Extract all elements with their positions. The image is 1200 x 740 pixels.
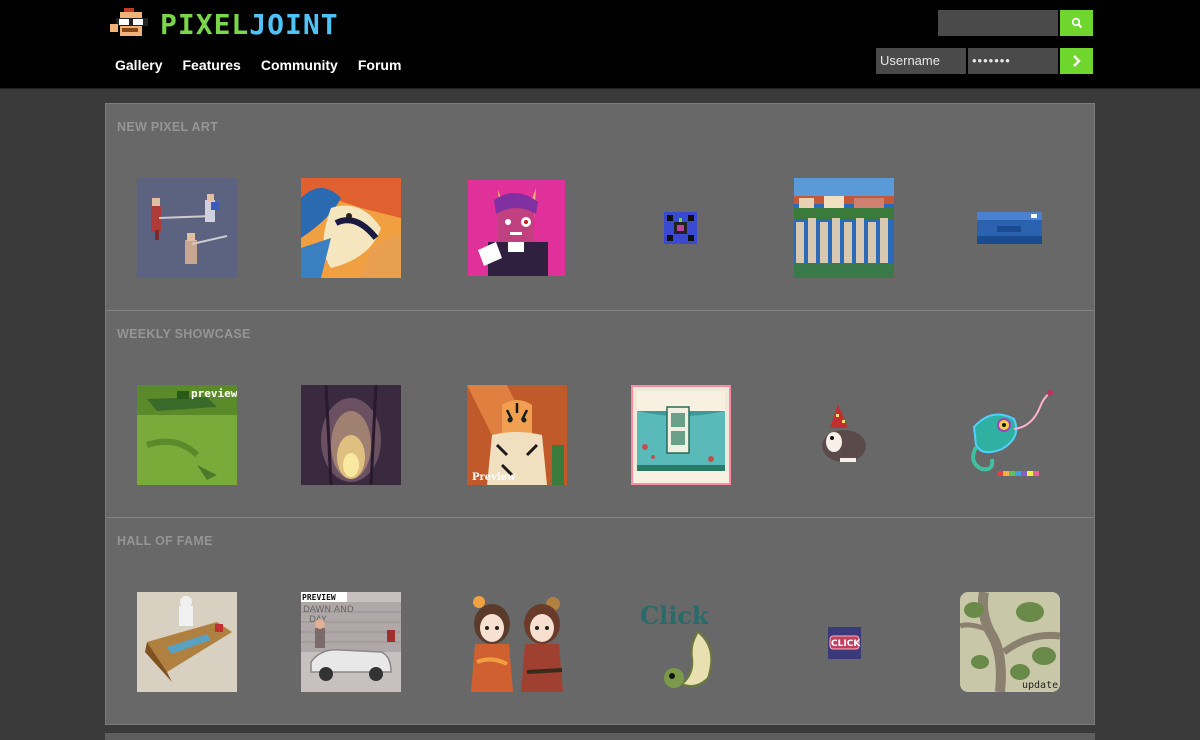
new-pixel-art-section: NEW PIXEL ART [106,104,1094,311]
artwork-thumbnail[interactable] [818,400,873,468]
login-button[interactable] [1060,48,1093,74]
hall-of-fame-section: HALL OF FAME DAWN AND DAY PREVI [106,518,1094,725]
gallery-panel: NEW PIXEL ART WEEKLY SHOWCASE preview Pr… [105,103,1095,725]
artwork-thumbnail[interactable] [631,385,731,485]
artwork-thumbnail[interactable] [664,212,697,244]
mascot-icon [110,6,154,42]
site-header: PIXELJOINT Gallery Features Community Fo… [0,0,1200,89]
artwork-thumbnail[interactable] [467,592,567,692]
artwork-thumbnail[interactable]: Preview [467,385,567,485]
artwork-thumbnail[interactable]: DAWN AND DAY PREVIEW [301,592,401,692]
username-field[interactable]: Username [876,48,966,74]
password-field[interactable]: ••••••• [968,48,1058,74]
artwork-thumbnail[interactable] [962,387,1057,483]
artwork-thumbnail[interactable] [468,180,565,276]
artwork-thumbnail[interactable] [301,385,401,485]
artwork-thumbnail[interactable]: preview [137,385,237,485]
preview-label: PREVIEW [302,593,336,602]
search-button[interactable] [1060,10,1093,36]
click-label: Click [640,601,710,630]
nav-community[interactable]: Community [261,57,338,73]
nav-forum[interactable]: Forum [358,57,402,73]
section-title: WEEKLY SHOWCASE [117,327,251,341]
nav-features[interactable]: Features [182,57,240,73]
artwork-thumbnail[interactable] [977,212,1042,244]
artwork-thumbnail[interactable]: CLICK [828,627,861,659]
chevron-right-icon [1072,55,1081,67]
search-icon [1071,17,1082,29]
site-logo[interactable]: PIXELJOINT [110,5,338,43]
artwork-thumbnail[interactable] [137,592,237,692]
artwork-thumbnail[interactable]: update [960,592,1060,692]
preview-label: preview [191,387,237,400]
artwork-thumbnail[interactable] [794,178,894,278]
update-label: update [1022,680,1058,691]
preview-label: Preview [472,472,516,483]
artwork-thumbnail[interactable] [137,178,237,278]
section-title: NEW PIXEL ART [117,120,219,134]
footer-bar [105,733,1095,740]
section-title: HALL OF FAME [117,534,213,548]
artwork-thumbnail[interactable] [301,178,401,278]
weekly-showcase-section: WEEKLY SHOWCASE preview Preview [106,311,1094,518]
sign-text: DAWN AND [303,605,354,615]
click-label: CLICK [831,639,861,649]
search-input[interactable] [938,10,1058,36]
artwork-thumbnail[interactable]: Click [638,598,728,692]
main-nav: Gallery Features Community Forum [115,57,421,73]
nav-gallery[interactable]: Gallery [115,57,162,73]
logo-text: PIXELJOINT [160,7,339,41]
